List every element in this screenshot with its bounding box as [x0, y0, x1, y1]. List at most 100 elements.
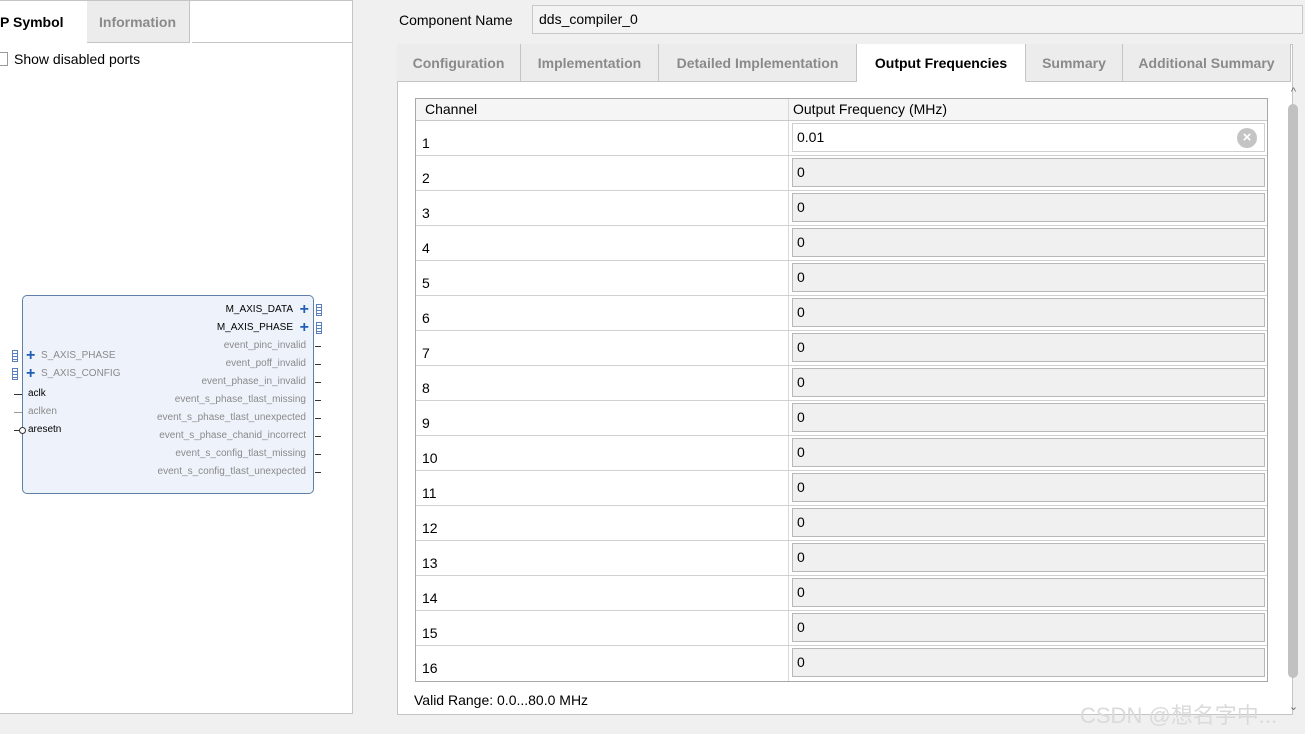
port-s-axis-config: S_AXIS_CONFIG: [41, 368, 121, 379]
tab-information[interactable]: Information: [87, 1, 190, 43]
pin-line: [315, 346, 321, 347]
table-row: 60: [416, 296, 1267, 331]
scroll-thumb[interactable]: [1288, 104, 1298, 678]
frequency-cell: 0: [789, 611, 1267, 645]
frequency-input[interactable]: 0.01: [792, 123, 1265, 152]
frequency-cell: 0.01 ×: [789, 121, 1267, 155]
frequency-cell: 0: [789, 261, 1267, 295]
table-row: 1 0.01 ×: [416, 121, 1267, 156]
frequency-cell: 0: [789, 506, 1267, 540]
table-row: 50: [416, 261, 1267, 296]
frequency-input[interactable]: 0: [792, 158, 1265, 187]
frequency-input[interactable]: 0: [792, 228, 1265, 257]
tab-additional-summary[interactable]: Additional Summary: [1123, 44, 1291, 82]
tab-configuration[interactable]: Configuration: [397, 44, 521, 82]
channel-cell: 2: [416, 156, 789, 190]
channel-cell: 5: [416, 261, 789, 295]
frequency-input[interactable]: 0: [792, 648, 1265, 677]
vertical-scrollbar[interactable]: ^ ⌄: [1285, 86, 1302, 714]
frequency-input[interactable]: 0: [792, 613, 1265, 642]
channel-cell: 9: [416, 401, 789, 435]
tab-detailed-implementation[interactable]: Detailed Implementation: [659, 44, 857, 82]
channel-cell: 10: [416, 436, 789, 470]
output-frequency-table: Channel Output Frequency (MHz) 1 0.01 × 2 0 3…: [415, 98, 1268, 682]
frequency-input[interactable]: 0: [792, 333, 1265, 362]
scroll-down-icon[interactable]: ⌄: [1285, 700, 1302, 713]
table-row: 12 0: [416, 506, 1267, 541]
table-row: 10 0: [416, 436, 1267, 471]
pin-line: [315, 472, 321, 473]
table-row: 20: [416, 156, 1267, 191]
frequency-cell: 0: [789, 156, 1267, 190]
tab-implementation[interactable]: Implementation: [521, 44, 659, 82]
table-row: 11 0: [416, 471, 1267, 506]
frequency-cell: 0: [789, 331, 1267, 365]
frequency-input[interactable]: 0: [792, 368, 1265, 397]
pin-line: [315, 400, 321, 401]
pin-line: [14, 412, 22, 413]
ip-symbol-panel: P Symbol Information Show disabled ports…: [0, 0, 353, 714]
active-low-icon: [19, 427, 26, 434]
left-tab-bar: P Symbol Information: [0, 1, 190, 43]
column-header-frequency: Output Frequency (MHz): [793, 101, 948, 117]
channel-cell: 3: [416, 191, 789, 225]
frequency-cell: 0: [789, 191, 1267, 225]
port-event-poff-invalid: event_poff_invalid: [225, 358, 306, 369]
frequency-cell: 0: [789, 366, 1267, 400]
channel-cell: 16: [416, 646, 789, 681]
pin-line: [315, 418, 321, 419]
frequency-input[interactable]: 0: [792, 473, 1265, 502]
frequency-cell: 0: [789, 471, 1267, 505]
port-event-s-phase-tlast-unexpected: event_s_phase_tlast_unexpected: [156, 412, 306, 423]
port-s-axis-phase: S_AXIS_PHASE: [41, 350, 116, 361]
clear-icon[interactable]: ×: [1237, 128, 1257, 148]
frequency-input[interactable]: 0: [792, 298, 1265, 327]
component-name-field[interactable]: dds_compiler_0: [532, 5, 1303, 34]
pin-line: [14, 394, 22, 395]
port-event-phase-in-invalid: event_phase_in_invalid: [201, 376, 306, 387]
frequency-cell: 0: [789, 576, 1267, 610]
port-event-pinc-invalid: event_pinc_invalid: [223, 340, 306, 351]
frequency-input[interactable]: 0: [792, 578, 1265, 607]
channel-cell: 6: [416, 296, 789, 330]
channel-cell: 15: [416, 611, 789, 645]
table-row: 15 0: [416, 611, 1267, 646]
frequency-cell: 0: [789, 541, 1267, 575]
bus-icon: [316, 304, 322, 316]
frequency-cell: 0: [789, 436, 1267, 470]
frequency-input[interactable]: 0: [792, 438, 1265, 467]
frequency-input[interactable]: 0: [792, 403, 1265, 432]
frequency-input[interactable]: 0: [792, 508, 1265, 537]
expand-icon[interactable]: +: [26, 366, 35, 382]
pin-line: [315, 436, 321, 437]
port-event-s-phase-tlast-missing: event_s_phase_tlast_missing: [174, 394, 306, 405]
table-row: 13 0: [416, 541, 1267, 576]
table-row: 70: [416, 331, 1267, 366]
scroll-up-icon[interactable]: ^: [1285, 86, 1302, 98]
bus-icon: [316, 322, 322, 334]
channel-cell: 12: [416, 506, 789, 540]
channel-cell: 8: [416, 366, 789, 400]
port-event-s-phase-chanid-incorrect: event_s_phase_chanid_incorrect: [159, 430, 306, 441]
channel-cell: 14: [416, 576, 789, 610]
frequency-input[interactable]: 0: [792, 263, 1265, 292]
ip-symbol-block: M_AXIS_DATA + M_AXIS_PHASE + event_pinc_inva…: [12, 295, 322, 494]
show-disabled-checkbox[interactable]: [0, 52, 8, 66]
table-row: 80: [416, 366, 1267, 401]
channel-cell: 7: [416, 331, 789, 365]
frequency-input[interactable]: 0: [792, 193, 1265, 222]
tab-summary[interactable]: Summary: [1026, 44, 1123, 82]
table-row: 16 0: [416, 646, 1267, 681]
expand-icon[interactable]: +: [300, 320, 309, 336]
frequency-input[interactable]: 0: [792, 543, 1265, 572]
tab-ip-symbol[interactable]: P Symbol: [0, 1, 87, 43]
port-event-s-config-tlast-missing: event_s_config_tlast_missing: [175, 448, 306, 459]
expand-icon[interactable]: +: [300, 302, 309, 318]
pin-line: [315, 454, 321, 455]
expand-icon[interactable]: +: [26, 348, 35, 364]
show-disabled-ports[interactable]: Show disabled ports: [0, 51, 140, 67]
channel-cell: 13: [416, 541, 789, 575]
tab-output-frequencies[interactable]: Output Frequencies: [857, 44, 1026, 82]
pin-line: [315, 382, 321, 383]
channel-cell: 11: [416, 471, 789, 505]
